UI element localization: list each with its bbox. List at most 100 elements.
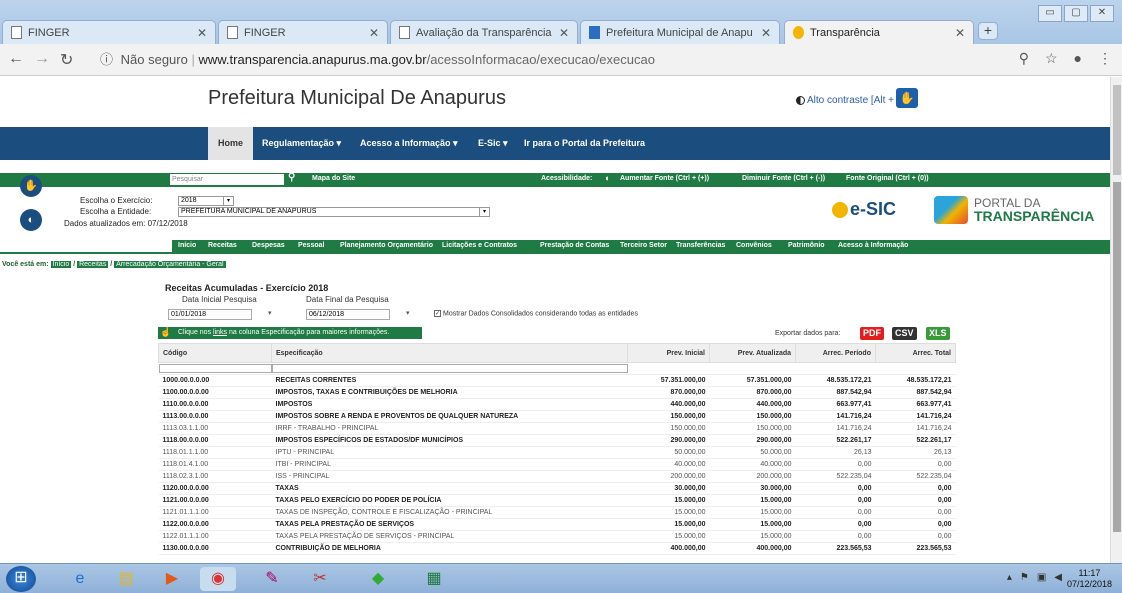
contrast-side-icon[interactable]: ◐ — [20, 209, 42, 231]
especificacao-link[interactable]: IMPOSTOS ESPECÍFICOS DE ESTADOS/DF MUNIC… — [271, 434, 628, 447]
subnav-licitacoes[interactable]: Licitações e Contratos — [442, 240, 517, 252]
close-icon[interactable]: ✕ — [369, 26, 379, 40]
subnav-transferencias[interactable]: Transferências — [676, 240, 725, 252]
col-codigo[interactable]: Código — [158, 343, 272, 363]
forward-icon[interactable]: → — [34, 50, 50, 68]
especificacao-link[interactable]: TAXAS — [271, 482, 628, 495]
start-date-input[interactable]: 01/01/2018 — [168, 309, 252, 320]
chrome-icon[interactable]: ◉ — [200, 567, 236, 591]
media-player-icon[interactable]: ▶ — [154, 567, 190, 591]
tab-avaliacao[interactable]: Avaliação da Transparência do ✕ — [390, 20, 578, 44]
especificacao-link[interactable]: TAXAS PELA PRESTAÇÃO DE SERVIÇOS - PRINC… — [271, 530, 628, 543]
original-font-link[interactable]: Fonte Original (Ctrl + (0)) — [846, 175, 929, 182]
close-icon[interactable]: ✕ — [761, 26, 771, 40]
chevron-down-icon[interactable]: ▾ — [406, 309, 410, 317]
subnav-patrimonio[interactable]: Patrimônio — [788, 240, 825, 252]
clock[interactable]: 11:17 07/12/2018 — [1067, 568, 1112, 590]
scrollbar-thumb[interactable] — [1113, 182, 1121, 532]
decrease-font-link[interactable]: Diminuir Fonte (Ctrl + (-)) — [742, 175, 825, 182]
excel-icon[interactable]: ▦ — [416, 567, 452, 591]
star-icon[interactable]: ☆ — [1045, 50, 1058, 67]
app-icon[interactable]: ◆ — [360, 567, 396, 591]
breadcrumb-arrecadacao[interactable]: Arrecadação Orçamentária - Geral — [114, 261, 226, 268]
close-icon[interactable]: ✕ — [197, 26, 207, 40]
especificacao-link[interactable]: ITBI - PRINCIPAL — [271, 458, 628, 471]
account-icon[interactable]: ● — [1074, 50, 1082, 67]
subnav-inicio[interactable]: Início — [178, 240, 196, 252]
subnav-acesso[interactable]: Acesso à Informação — [838, 240, 908, 252]
col-arrec-total[interactable]: Arrec. Total — [875, 343, 956, 363]
close-window-icon[interactable]: ✕ — [1090, 5, 1114, 22]
checkbox-icon[interactable]: ✓ — [434, 310, 441, 317]
maximize-icon[interactable]: ▢ — [1064, 5, 1088, 22]
snipping-tool-icon[interactable]: ✂ — [302, 567, 338, 591]
especificacao-link[interactable]: IPTU - PRINCIPAL — [271, 446, 628, 459]
nav-home[interactable]: Home — [208, 127, 254, 160]
search-icon[interactable]: ⚲ — [288, 172, 295, 183]
sign-language-side-icon[interactable]: ✋ — [20, 175, 42, 197]
consolidated-checkbox[interactable]: ✓ Mostrar Dados Consolidados considerando… — [434, 310, 638, 317]
col-arrec-periodo[interactable]: Arrec. Período — [795, 343, 876, 363]
new-tab-button[interactable]: + — [978, 22, 998, 40]
tab-finger-1[interactable]: FINGER ✕ — [2, 20, 216, 44]
reload-icon[interactable]: ↻ — [60, 50, 73, 70]
nav-esic[interactable]: E-Sic ▾ — [478, 127, 508, 160]
chevron-down-icon[interactable]: ▾ — [268, 309, 272, 317]
especificacao-link[interactable]: TAXAS PELA PRESTAÇÃO DE SERVIÇOS — [271, 518, 628, 531]
subnav-planejamento[interactable]: Planejamento Orçamentário — [340, 240, 433, 252]
ie-icon[interactable]: e — [62, 567, 98, 591]
portal-transparencia-logo[interactable]: PORTAL DA TRANSPARÊNCIA — [934, 196, 1094, 224]
especificacao-link[interactable]: RECEITAS CORRENTES — [271, 374, 628, 387]
especificacao-link[interactable]: CONTRIBUIÇÃO DE MELHORIA — [271, 542, 628, 555]
minimize-icon[interactable]: ▭ — [1038, 5, 1062, 22]
close-icon[interactable]: ✕ — [955, 26, 965, 40]
nav-portal-prefeitura[interactable]: Ir para o Portal da Prefeitura — [524, 127, 645, 160]
info-icon[interactable]: ⓘ — [100, 52, 113, 67]
flag-icon[interactable]: ⚑ — [1020, 572, 1029, 583]
nav-regulamentacao[interactable]: Regulamentação ▾ — [262, 127, 341, 160]
export-xls-button[interactable]: XLS — [926, 327, 950, 340]
especificacao-link[interactable]: ISS - PRINCIPAL — [271, 470, 628, 483]
filter-especificacao[interactable] — [271, 362, 628, 375]
sign-language-icon[interactable]: ✋ — [896, 88, 918, 108]
col-prev-atualizada[interactable]: Prev. Atualizada — [709, 343, 796, 363]
back-icon[interactable]: ← — [8, 50, 24, 68]
especificacao-link[interactable]: IRRF - TRABALHO - PRINCIPAL — [271, 422, 628, 435]
close-icon[interactable]: ✕ — [559, 26, 569, 40]
breadcrumb-receitas[interactable]: Receitas — [77, 261, 109, 268]
esic-logo[interactable]: e-SIC — [832, 199, 896, 220]
entidade-select[interactable]: PREFEITURA MUNICIPAL DE ANAPURUS ▾ — [178, 207, 490, 217]
nav-acesso-informacao[interactable]: Acesso a Informação ▾ — [360, 127, 458, 160]
subnav-prestacao[interactable]: Prestação de Contas — [540, 240, 609, 252]
filter-codigo[interactable] — [158, 362, 272, 375]
start-button[interactable]: ⊞ — [6, 566, 36, 592]
export-csv-button[interactable]: CSV — [892, 327, 917, 340]
search-input[interactable]: Pesquisar — [170, 174, 284, 185]
contrast-toggle[interactable]: Alto contraste [Alt + 3] — [796, 95, 905, 106]
tab-finger-2[interactable]: FINGER ✕ — [218, 20, 388, 44]
subnav-despesas[interactable]: Despesas — [252, 240, 285, 252]
site-map-link[interactable]: Mapa do Site — [312, 175, 355, 182]
breadcrumb-inicio[interactable]: Início — [50, 261, 72, 268]
end-date-input[interactable]: 06/12/2018 — [306, 309, 390, 320]
chevron-up-icon[interactable]: ▴ — [1007, 572, 1012, 583]
paint-icon[interactable]: ✎ — [254, 567, 290, 591]
col-especificacao[interactable]: Especificação — [271, 343, 628, 363]
especificacao-link[interactable]: IMPOSTOS — [271, 398, 628, 411]
volume-icon[interactable]: ◀ — [1054, 572, 1062, 583]
subnav-convenios[interactable]: Convênios — [736, 240, 772, 252]
tab-prefeitura[interactable]: Prefeitura Municipal de Anapu ✕ — [580, 20, 780, 44]
subnav-receitas[interactable]: Receitas — [208, 240, 237, 252]
especificacao-link[interactable]: TAXAS PELO EXERCÍCIO DO PODER DE POLÍCIA — [271, 494, 628, 507]
network-icon[interactable]: ▣ — [1037, 572, 1046, 583]
especificacao-link[interactable]: IMPOSTOS, TAXAS E CONTRIBUIÇÕES DE MELHO… — [271, 386, 628, 399]
subnav-terceiro-setor[interactable]: Terceiro Setor — [620, 240, 667, 252]
col-prev-inicial[interactable]: Prev. Inicial — [627, 343, 710, 363]
zoom-icon[interactable]: ⚲ — [1019, 50, 1029, 67]
hint-link[interactable]: links — [213, 329, 227, 336]
especificacao-link[interactable]: TAXAS DE INSPEÇÃO, CONTROLE E FISCALIZAÇ… — [271, 506, 628, 519]
explorer-icon[interactable]: ▤ — [108, 567, 144, 591]
increase-font-link[interactable]: Aumentar Fonte (Ctrl + (+)) — [620, 175, 709, 182]
subnav-pessoal[interactable]: Pessoal — [298, 240, 324, 252]
menu-icon[interactable]: ⋮ — [1098, 50, 1112, 67]
